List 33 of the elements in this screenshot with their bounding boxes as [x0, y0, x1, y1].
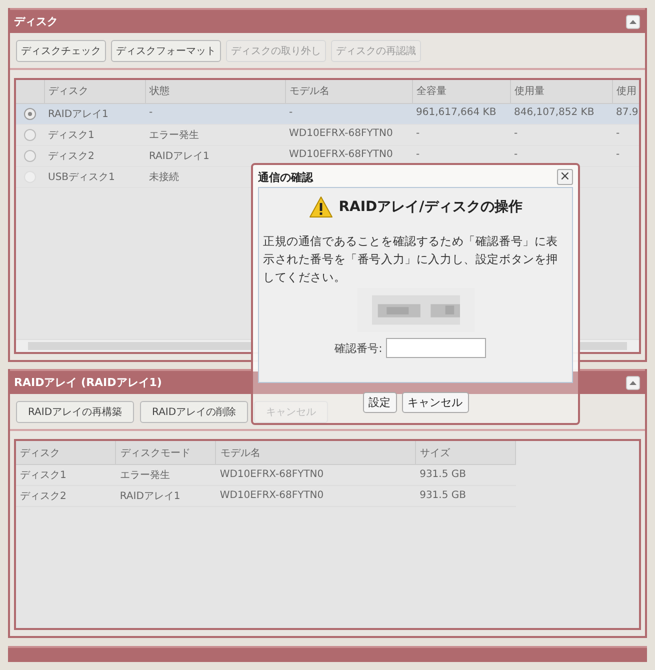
- table-cell: USBディスク1: [44, 166, 145, 187]
- table-cell: 931.5 GB: [416, 464, 516, 486]
- table-cell: WD10EFRX-68FYTN0: [216, 464, 416, 486]
- table-cell: エラー発生: [145, 124, 285, 145]
- table-cell: ディスク1: [44, 124, 145, 145]
- table-cell: エラー発生: [116, 464, 216, 486]
- panel-title: RAIDアレイ (RAIDアレイ1): [14, 375, 162, 390]
- panel-title: ディスク: [14, 14, 58, 29]
- table-cell: -: [612, 124, 639, 145]
- table-cell: 961,617,664 KB: [412, 103, 510, 124]
- table-cell: -: [285, 103, 412, 124]
- table-cell: -: [412, 124, 510, 145]
- table-cell: -: [510, 124, 612, 145]
- table-cell: -: [612, 145, 639, 166]
- table-cell: WD10EFRX-68FYTN0: [285, 124, 412, 145]
- table-cell: 846,107,852 KB: [510, 103, 612, 124]
- table-cell: RAIDアレイ1: [44, 103, 145, 124]
- table-cell: ディスク1: [16, 464, 116, 486]
- table-cell: RAIDアレイ1: [116, 485, 216, 506]
- table-cell: -: [145, 103, 285, 124]
- dialog-title: 通信の確認: [258, 170, 313, 184]
- table-cell: RAIDアレイ1: [145, 145, 285, 166]
- field-label: 確認番号:: [334, 340, 382, 356]
- table-cell: -: [412, 145, 510, 166]
- table-cell: 931.5 GB: [416, 485, 516, 506]
- table-cell: ディスク2: [44, 145, 145, 166]
- dialog-heading: RAIDアレイ/ディスクの操作: [338, 198, 522, 216]
- table-cell: WD10EFRX-68FYTN0: [216, 485, 416, 506]
- message-text: 正規の通信であることを確認するため「確認番号」に表示された番号を「番号入力」に入力し、設定ボタンを押してください。: [263, 233, 560, 286]
- table-cell: WD10EFRX-68FYTN0: [285, 145, 412, 166]
- table-cell: 87.9: [612, 103, 639, 124]
- table-cell: ディスク2: [16, 485, 116, 506]
- table-cell: -: [510, 145, 612, 166]
